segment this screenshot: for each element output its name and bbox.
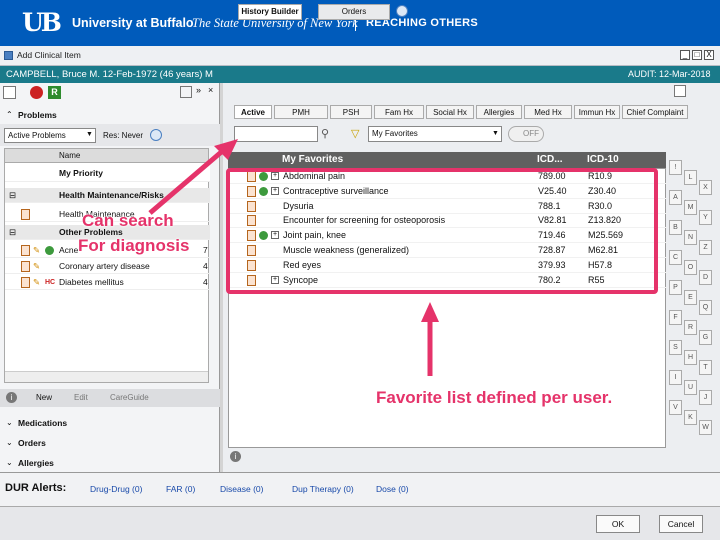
dur-alerts-bar: DUR Alerts: Drug-Drug (0) FAR (0) Diseas… bbox=[0, 472, 720, 506]
dur-far-link[interactable]: FAR (0) bbox=[166, 484, 195, 494]
dur-dup-therapy-link[interactable]: Dup Therapy (0) bbox=[292, 484, 354, 494]
ok-button[interactable]: OK bbox=[596, 515, 640, 533]
cancel-button[interactable]: Cancel bbox=[659, 515, 703, 533]
dur-drug-drug-link[interactable]: Drug-Drug (0) bbox=[90, 484, 142, 494]
favorites-annotation: Favorite list defined per user. bbox=[376, 388, 613, 407]
annotation-arrows bbox=[148, 139, 439, 376]
search-annotation-line1: Can search bbox=[82, 211, 174, 230]
arrowhead-favorites bbox=[421, 302, 439, 322]
dialog-footer: OK Cancel bbox=[0, 506, 720, 540]
dur-dose-link[interactable]: Dose (0) bbox=[376, 484, 409, 494]
arrow-to-search bbox=[148, 146, 228, 215]
search-annotation-line2: For diagnosis bbox=[78, 236, 190, 255]
dur-label: DUR Alerts: bbox=[5, 482, 67, 494]
dur-disease-link[interactable]: Disease (0) bbox=[220, 484, 263, 494]
